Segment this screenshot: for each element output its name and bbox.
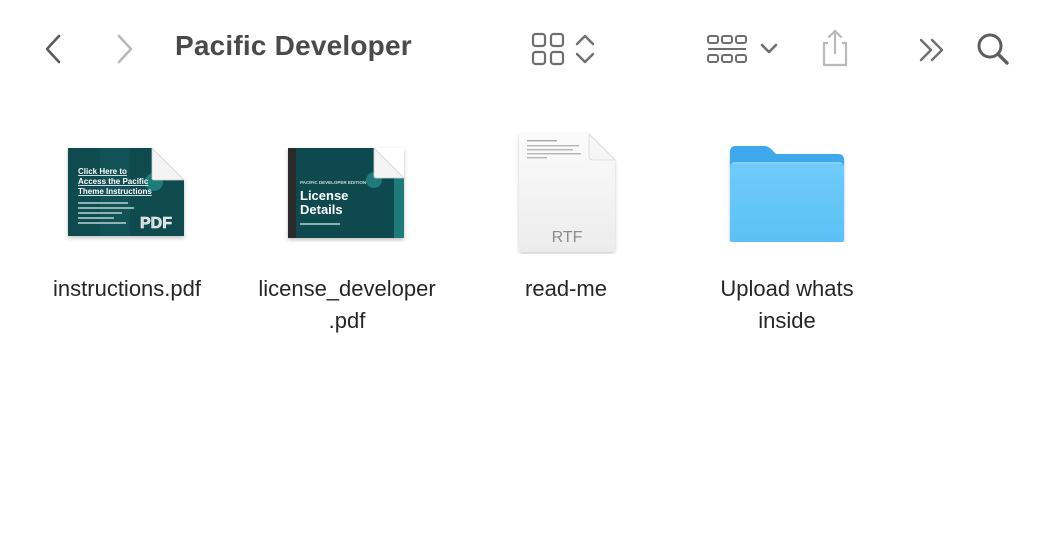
pdf-document-icon: PACIFIC DEVELOPER EDITION License Detail… [288, 147, 405, 238]
file-name-line-1: Upload whats [720, 276, 854, 301]
pdf-badge: PDF [140, 215, 172, 232]
file-item-license-developer-pdf[interactable]: PACIFIC DEVELOPER EDITION License Detail… [237, 130, 457, 340]
file-name-line-1: license_developer [258, 276, 436, 301]
cover-line-2: Details [300, 202, 343, 217]
rtf-document-icon: RTF [519, 133, 616, 252]
file-grid: Click Here to Access the Pacific Theme I… [0, 0, 1042, 552]
file-name-line-2: inside [758, 308, 816, 333]
file-label: Upload whats inside [677, 273, 897, 337]
file-label: read-me [456, 273, 676, 305]
cover-small-text: PACIFIC DEVELOPER EDITION [300, 180, 366, 185]
file-name: read-me [525, 276, 607, 301]
pdf-document-icon: Click Here to Access the Pacific Theme I… [68, 147, 185, 236]
file-label: license_developer .pdf [237, 273, 457, 337]
file-label: instructions.pdf [17, 273, 237, 305]
rtf-badge: RTF [552, 229, 583, 246]
file-name: instructions.pdf [53, 276, 201, 301]
file-item-upload-whats-inside[interactable]: Upload whats inside [677, 130, 897, 340]
file-item-instructions-pdf[interactable]: Click Here to Access the Pacific Theme I… [17, 130, 237, 340]
cover-line-1: Click Here to [78, 167, 127, 176]
folder-icon [730, 146, 844, 242]
cover-line-2: Access the Pacific [78, 177, 149, 186]
cover-line-3: Theme Instructions [78, 187, 152, 196]
finder-window: Pacific Developer Click Here to Access t… [0, 0, 1042, 552]
file-name-line-2: .pdf [328, 308, 366, 333]
file-item-read-me[interactable]: RTF read-me [456, 130, 676, 340]
cover-line-1: License [300, 188, 348, 203]
